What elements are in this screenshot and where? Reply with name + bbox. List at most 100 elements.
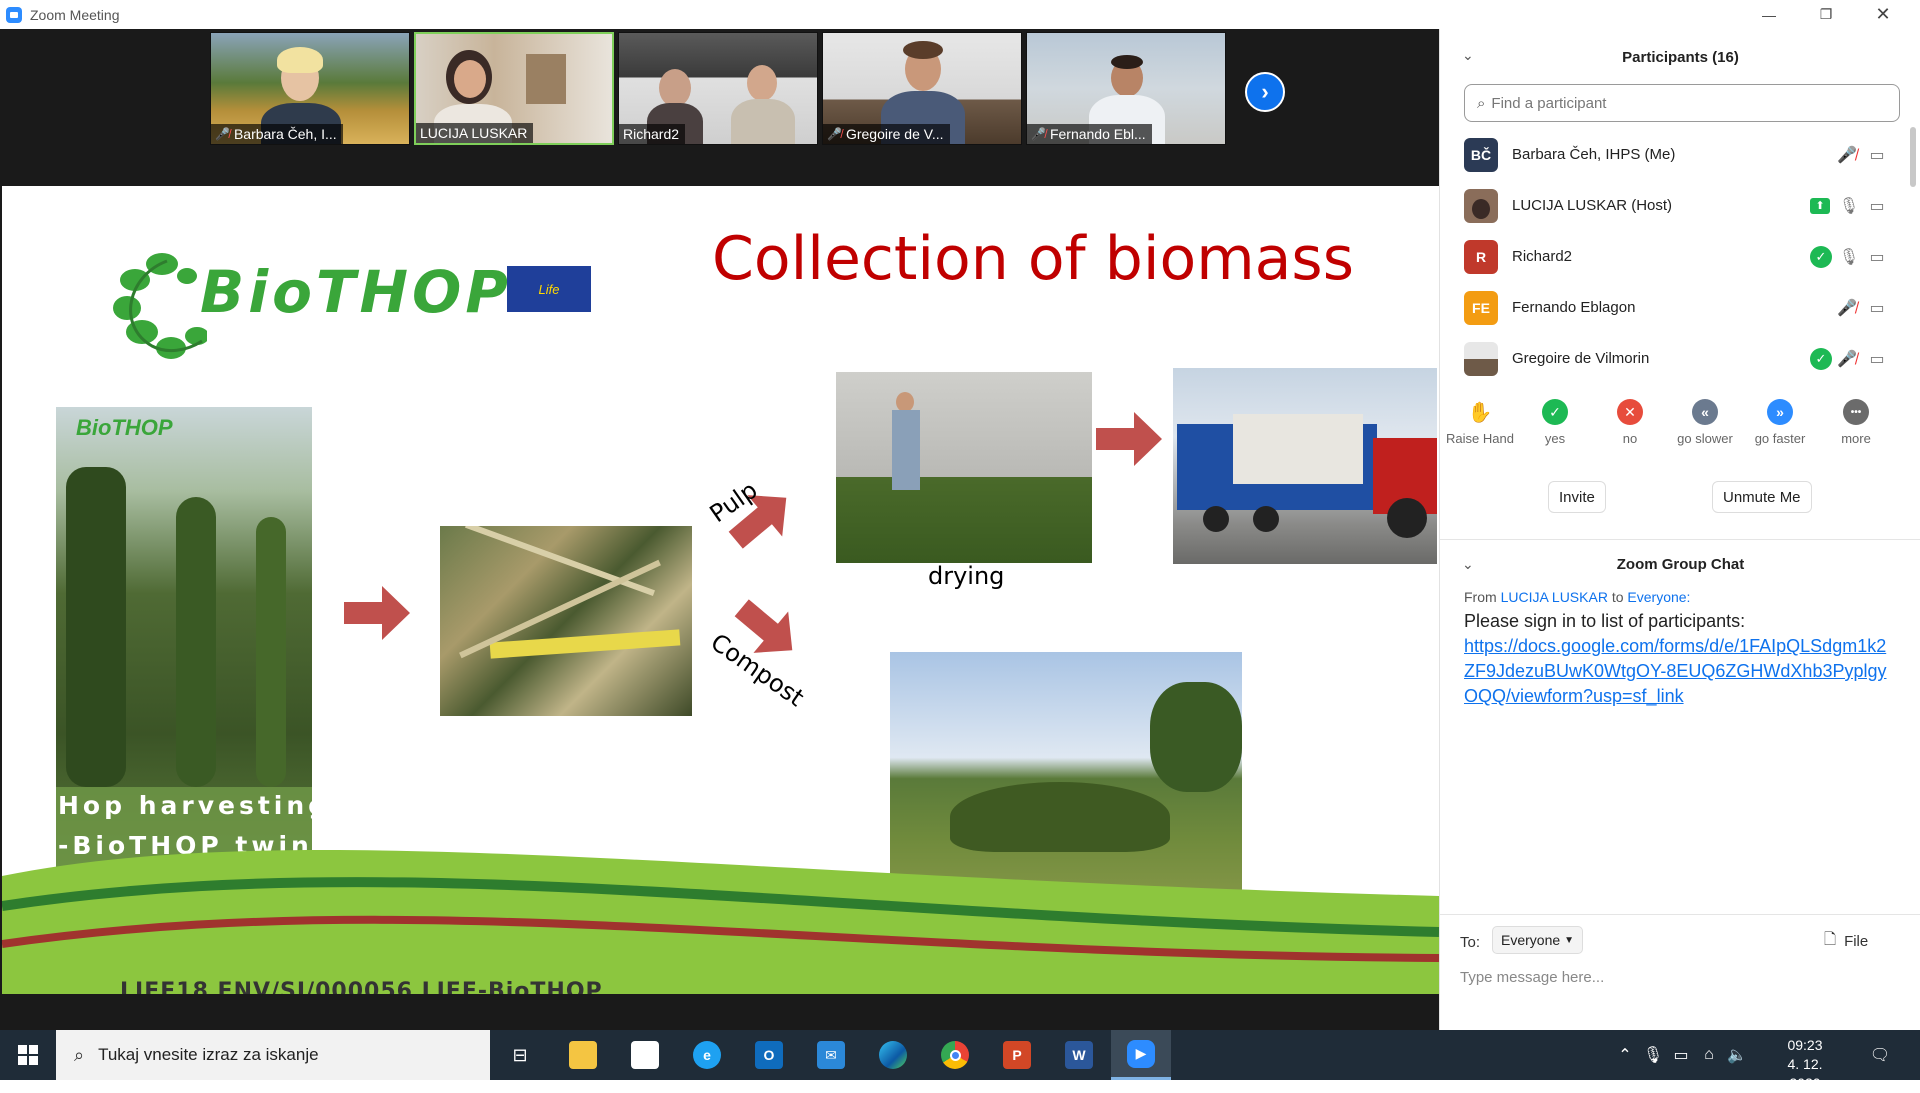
arrow-right-icon bbox=[1096, 412, 1162, 466]
side-panel: ⌄ Participants (16) ⌕ BČ Barbara Čeh, IH… bbox=[1439, 29, 1920, 1030]
taskbar-search-input[interactable] bbox=[98, 1045, 459, 1065]
mic-muted-icon[interactable]: 🎤̸ bbox=[1836, 297, 1858, 319]
raise-hand-button[interactable]: ✋ Raise Hand bbox=[1442, 399, 1518, 447]
yes-check-icon: ✓ bbox=[1810, 347, 1832, 370]
drying-photo bbox=[836, 372, 1092, 563]
participant-row[interactable]: Gregoire de Vilmorin ✓ 🎤̸ ▭ bbox=[1440, 333, 1910, 384]
notifications-button[interactable]: 🗨 bbox=[1862, 1030, 1898, 1080]
slide-footer-wave bbox=[2, 850, 1439, 994]
taskbar-mail[interactable]: ✉ bbox=[801, 1030, 861, 1080]
file-button[interactable]: 🗋 File bbox=[1824, 929, 1868, 954]
camera-off-icon[interactable]: ▭ bbox=[1866, 297, 1888, 319]
restore-icon[interactable]: ❐ bbox=[1803, 0, 1849, 29]
invite-button[interactable]: Invite bbox=[1548, 481, 1606, 513]
rewind-icon: « bbox=[1692, 399, 1718, 425]
taskbar-search[interactable]: ⌕ bbox=[56, 1030, 490, 1080]
camera-off-icon[interactable]: ▭ bbox=[1866, 195, 1888, 217]
chat-text: Please sign in to list of participants: bbox=[1464, 611, 1746, 631]
next-page-button[interactable]: › bbox=[1245, 72, 1285, 112]
reaction-label: no bbox=[1622, 431, 1638, 446]
recipient-value: Everyone bbox=[1501, 932, 1561, 948]
go-faster-button[interactable]: » go faster bbox=[1742, 399, 1818, 446]
taskbar-outlook[interactable]: O bbox=[739, 1030, 799, 1080]
camera-off-icon[interactable]: ▭ bbox=[1866, 348, 1888, 370]
chat-link[interactable]: https://docs.google.com/forms/d/e/1FAIpQ… bbox=[1464, 634, 1894, 709]
truck-photo bbox=[1173, 368, 1437, 564]
microphone-tray-icon[interactable]: 🎙 bbox=[1640, 1030, 1666, 1080]
mic-icon[interactable]: 🎙 bbox=[1838, 246, 1860, 268]
taskbar-chrome[interactable] bbox=[925, 1030, 985, 1080]
outlook-icon: O bbox=[755, 1041, 783, 1069]
no-button[interactable]: ✕ no bbox=[1592, 399, 1668, 446]
avatar bbox=[1464, 341, 1498, 376]
mic-muted-icon: 🎤̸ bbox=[1031, 127, 1046, 141]
reaction-label: Raise Hand bbox=[1446, 431, 1514, 446]
store-icon bbox=[631, 1041, 659, 1069]
camera-off-icon[interactable]: ▭ bbox=[1866, 246, 1888, 268]
start-button[interactable] bbox=[0, 1030, 56, 1080]
participant-row[interactable]: LUCIJA LUSKAR (Host) ⬆ 🎙 ▭ bbox=[1440, 180, 1910, 231]
show-hidden-icons[interactable]: ⌃ bbox=[1612, 1030, 1638, 1080]
video-tile[interactable]: 🎤̸ Gregoire de V... bbox=[822, 32, 1022, 145]
video-tile[interactable]: Richard2 bbox=[618, 32, 818, 145]
chat-sender[interactable]: LUCIJA LUSKAR bbox=[1501, 589, 1608, 605]
participant-search[interactable]: ⌕ bbox=[1464, 84, 1900, 122]
mic-muted-icon[interactable]: 🎤̸ bbox=[1836, 144, 1858, 166]
chevron-right-icon: › bbox=[1261, 79, 1269, 104]
search-input[interactable] bbox=[1491, 94, 1872, 112]
system-clock[interactable]: 09:23 4. 12. 2020 bbox=[1770, 1036, 1840, 1093]
clock-time: 09:23 bbox=[1787, 1037, 1823, 1053]
avatar bbox=[1464, 188, 1498, 223]
taskbar-internet-explorer[interactable]: e bbox=[677, 1030, 737, 1080]
thumbnail-strip: 🎤̸ Barbara Čeh, I... LUCIJA LUSKAR Richa… bbox=[0, 29, 1439, 186]
taskbar-word[interactable]: W bbox=[1049, 1030, 1109, 1080]
chat-input[interactable] bbox=[1460, 962, 1900, 992]
volume-icon[interactable]: 🔈 bbox=[1724, 1030, 1750, 1080]
hop-leaves-icon bbox=[113, 253, 207, 359]
taskbar-zoom[interactable]: ▶ bbox=[1111, 1030, 1171, 1080]
avatar: FE bbox=[1464, 290, 1498, 325]
mic-muted-icon[interactable]: 🎤̸ bbox=[1836, 348, 1858, 370]
taskbar-powerpoint[interactable]: P bbox=[987, 1030, 1047, 1080]
x-icon: ✕ bbox=[1617, 399, 1643, 425]
chrome-icon bbox=[941, 1041, 969, 1069]
search-icon: ⌕ bbox=[1477, 94, 1486, 112]
recipient-select[interactable]: Everyone ▼ bbox=[1492, 926, 1584, 954]
unmute-me-button[interactable]: Unmute Me bbox=[1712, 481, 1812, 513]
participant-row[interactable]: R Richard2 ✓ 🎙 ▭ bbox=[1440, 231, 1910, 282]
reaction-label: yes bbox=[1544, 431, 1566, 446]
hand-icon: ✋ bbox=[1467, 401, 1493, 424]
tile-name-tag: 🎤̸ Gregoire de V... bbox=[823, 124, 950, 144]
video-tile[interactable]: 🎤̸ Barbara Čeh, I... bbox=[210, 32, 410, 145]
to-label: To: bbox=[1460, 934, 1481, 951]
participant-row[interactable]: FE Fernando Eblagon 🎤̸ ▭ bbox=[1440, 282, 1910, 333]
shared-slide: BioTHOP Life Collection of biomass BioTH… bbox=[2, 186, 1439, 994]
zoom-window: Zoom Meeting — ❐ ✕ 🎤̸ Barbara Čeh, I... bbox=[0, 0, 1920, 1059]
avatar: BČ bbox=[1464, 137, 1498, 172]
taskbar-edge[interactable] bbox=[863, 1030, 923, 1080]
yes-button[interactable]: ✓ yes bbox=[1517, 399, 1593, 446]
battery-icon[interactable]: ▭ bbox=[1668, 1030, 1694, 1080]
participant-row[interactable]: BČ Barbara Čeh, IHPS (Me) 🎤̸ ▭ bbox=[1440, 129, 1910, 180]
network-icon[interactable]: ⌂ bbox=[1696, 1030, 1722, 1080]
participants-list: BČ Barbara Čeh, IHPS (Me) 🎤̸ ▭ LUCIJA LU… bbox=[1440, 129, 1910, 384]
video-tile-active[interactable]: LUCIJA LUSKAR bbox=[414, 32, 614, 145]
slide-footer-text: LIFE18 ENV/SI/000056 LIFE-BioTHOP bbox=[120, 979, 603, 994]
taskbar-store[interactable] bbox=[615, 1030, 675, 1080]
more-button[interactable]: ••• more bbox=[1818, 399, 1894, 446]
minimize-icon[interactable]: — bbox=[1746, 0, 1792, 29]
task-view-button[interactable]: ⊟ bbox=[490, 1030, 550, 1080]
biothop-logo: BioTHOP Life bbox=[107, 246, 597, 366]
participants-scrollbar[interactable] bbox=[1910, 127, 1916, 187]
notification-icon: 🗨 bbox=[1869, 1047, 1891, 1064]
camera-off-icon[interactable]: ▭ bbox=[1866, 144, 1888, 166]
fast-forward-icon: » bbox=[1767, 399, 1793, 425]
participant-name: Fernando Ebl... bbox=[1049, 126, 1146, 142]
close-icon[interactable]: ✕ bbox=[1860, 0, 1906, 29]
windows-taskbar: ⌕ ⊟ e O ✉ P W ▶ ⌃ 🎙 ▭ ⌂ 🔈 09:23 4. bbox=[0, 1030, 1920, 1091]
mic-icon[interactable]: 🎙 bbox=[1838, 195, 1860, 217]
taskbar-file-explorer[interactable] bbox=[553, 1030, 613, 1080]
video-tile[interactable]: 🎤̸ Fernando Ebl... bbox=[1026, 32, 1226, 145]
go-slower-button[interactable]: « go slower bbox=[1667, 399, 1743, 446]
eu-life-flag: Life bbox=[507, 266, 591, 312]
